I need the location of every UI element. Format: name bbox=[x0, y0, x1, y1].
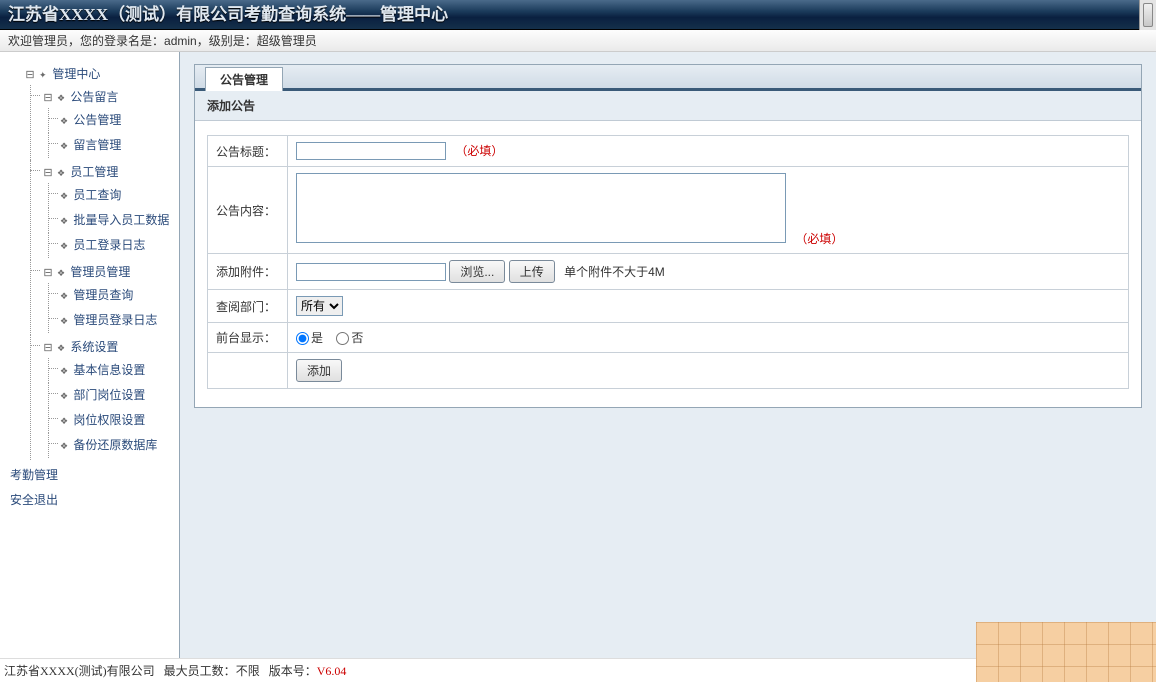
leaf-icon: ❖ bbox=[60, 411, 70, 431]
tree-emp-import[interactable]: 批量导入员工数据 bbox=[73, 213, 169, 227]
footer-ver-value: V6.04 bbox=[317, 664, 347, 678]
collapse-icon[interactable]: ⊟ bbox=[42, 163, 54, 183]
attach-path-input[interactable] bbox=[296, 263, 446, 281]
tree-basic-settings[interactable]: 基本信息设置 bbox=[73, 363, 145, 377]
leaf-icon: ❖ bbox=[60, 236, 70, 256]
tree-emp-log[interactable]: 员工登录日志 bbox=[73, 238, 145, 252]
radio-no[interactable] bbox=[336, 332, 349, 345]
tree-message-manage[interactable]: 留言管理 bbox=[73, 138, 121, 152]
node-icon: ❖ bbox=[57, 88, 67, 108]
app-header: 江苏省XXXX（测试）有限公司考勤查询系统——管理中心 bbox=[0, 0, 1156, 30]
submit-button[interactable]: 添加 bbox=[296, 359, 342, 382]
label-empty bbox=[208, 353, 288, 389]
welcome-bar: 欢迎管理员，您的登录名是：admin，级别是：超级管理员 bbox=[0, 30, 1156, 52]
label-dept: 查阅部门： bbox=[208, 290, 288, 323]
node-icon: ✦ bbox=[39, 65, 49, 85]
tree-employee[interactable]: 员工管理 bbox=[70, 165, 118, 179]
footer-max-value: 不限 bbox=[236, 664, 260, 678]
content-textarea[interactable] bbox=[296, 173, 786, 243]
sidebar: ⊟✦ 管理中心 ⊟❖ 公告留言 ❖ 公告管理 ❖ 留言管理 ⊟❖ bbox=[0, 52, 180, 658]
radio-yes[interactable] bbox=[296, 332, 309, 345]
welcome-prefix: 欢迎管理员，您的登录名是： bbox=[8, 34, 164, 48]
footer: 江苏省XXXX(测试)有限公司 最大员工数：不限 版本号：V6.04 bbox=[0, 658, 1156, 682]
dept-select[interactable]: 所有 bbox=[296, 296, 343, 316]
required-hint: （必填） bbox=[455, 144, 503, 158]
node-icon: ❖ bbox=[57, 263, 67, 283]
announce-form: 公告标题： （必填） 公告内容： （必填） bbox=[207, 135, 1129, 389]
nav-tree: ⊟✦ 管理中心 ⊟❖ 公告留言 ❖ 公告管理 ❖ 留言管理 ⊟❖ bbox=[6, 62, 175, 512]
node-icon: ❖ bbox=[57, 338, 67, 358]
leaf-icon: ❖ bbox=[60, 311, 70, 331]
label-attach: 添加附件： bbox=[208, 254, 288, 290]
title-input[interactable] bbox=[296, 142, 446, 160]
leaf-icon: ❖ bbox=[60, 436, 70, 456]
welcome-level: 超级管理员 bbox=[257, 34, 317, 48]
leaf-icon: ❖ bbox=[60, 136, 70, 156]
leaf-icon: ❖ bbox=[60, 111, 70, 131]
attach-hint: 单个附件不大于4M bbox=[564, 265, 665, 279]
tree-settings[interactable]: 系统设置 bbox=[70, 340, 118, 354]
tree-perm-settings[interactable]: 岗位权限设置 bbox=[73, 413, 145, 427]
radio-no-label: 否 bbox=[351, 331, 363, 345]
collapse-icon[interactable]: ⊟ bbox=[24, 65, 36, 85]
label-content: 公告内容： bbox=[208, 167, 288, 254]
tree-admin-query[interactable]: 管理员查询 bbox=[73, 288, 133, 302]
leaf-icon: ❖ bbox=[60, 186, 70, 206]
tab-announce-manage[interactable]: 公告管理 bbox=[205, 67, 283, 91]
required-hint: （必填） bbox=[795, 232, 843, 246]
label-title: 公告标题： bbox=[208, 136, 288, 167]
tree-announcements[interactable]: 公告留言 bbox=[70, 90, 118, 104]
collapse-icon[interactable]: ⊟ bbox=[42, 338, 54, 358]
collapse-icon[interactable]: ⊟ bbox=[42, 263, 54, 283]
content-panel: 公告管理 添加公告 公告标题： （必填） 公告内容： bbox=[194, 64, 1142, 408]
app-title: 江苏省XXXX（测试）有限公司考勤查询系统——管理中心 bbox=[8, 5, 448, 24]
main-area: 公告管理 添加公告 公告标题： （必填） 公告内容： bbox=[180, 52, 1156, 658]
upload-button[interactable]: 上传 bbox=[509, 260, 555, 283]
collapse-icon[interactable]: ⊟ bbox=[42, 88, 54, 108]
radio-yes-label: 是 bbox=[311, 331, 323, 345]
footer-max-label: 最大员工数： bbox=[164, 664, 236, 678]
label-show: 前台显示： bbox=[208, 323, 288, 353]
tree-root[interactable]: 管理中心 bbox=[52, 67, 100, 81]
leaf-icon: ❖ bbox=[60, 286, 70, 306]
tree-backup[interactable]: 备份还原数据库 bbox=[73, 438, 157, 452]
section-title: 添加公告 bbox=[195, 91, 1141, 121]
welcome-username: admin bbox=[164, 34, 197, 48]
footer-company: 江苏省XXXX(测试)有限公司 bbox=[4, 664, 155, 678]
scrollbar-vertical[interactable] bbox=[1139, 0, 1156, 30]
node-icon: ❖ bbox=[57, 163, 67, 183]
link-attendance[interactable]: 考勤管理 bbox=[6, 462, 175, 487]
browse-button[interactable]: 浏览... bbox=[449, 260, 505, 283]
tree-emp-query[interactable]: 员工查询 bbox=[73, 188, 121, 202]
link-logout[interactable]: 安全退出 bbox=[6, 487, 175, 512]
tree-admin-log[interactable]: 管理员登录日志 bbox=[73, 313, 157, 327]
decorative-thumbnail bbox=[976, 622, 1156, 682]
tree-admin[interactable]: 管理员管理 bbox=[70, 265, 130, 279]
leaf-icon: ❖ bbox=[60, 386, 70, 406]
footer-ver-label: 版本号： bbox=[269, 664, 317, 678]
welcome-level-prefix: ，级别是： bbox=[197, 34, 257, 48]
tab-strip: 公告管理 bbox=[195, 65, 1141, 91]
tree-dept-settings[interactable]: 部门岗位设置 bbox=[73, 388, 145, 402]
leaf-icon: ❖ bbox=[60, 361, 70, 381]
leaf-icon: ❖ bbox=[60, 211, 70, 231]
tree-announce-manage[interactable]: 公告管理 bbox=[73, 113, 121, 127]
